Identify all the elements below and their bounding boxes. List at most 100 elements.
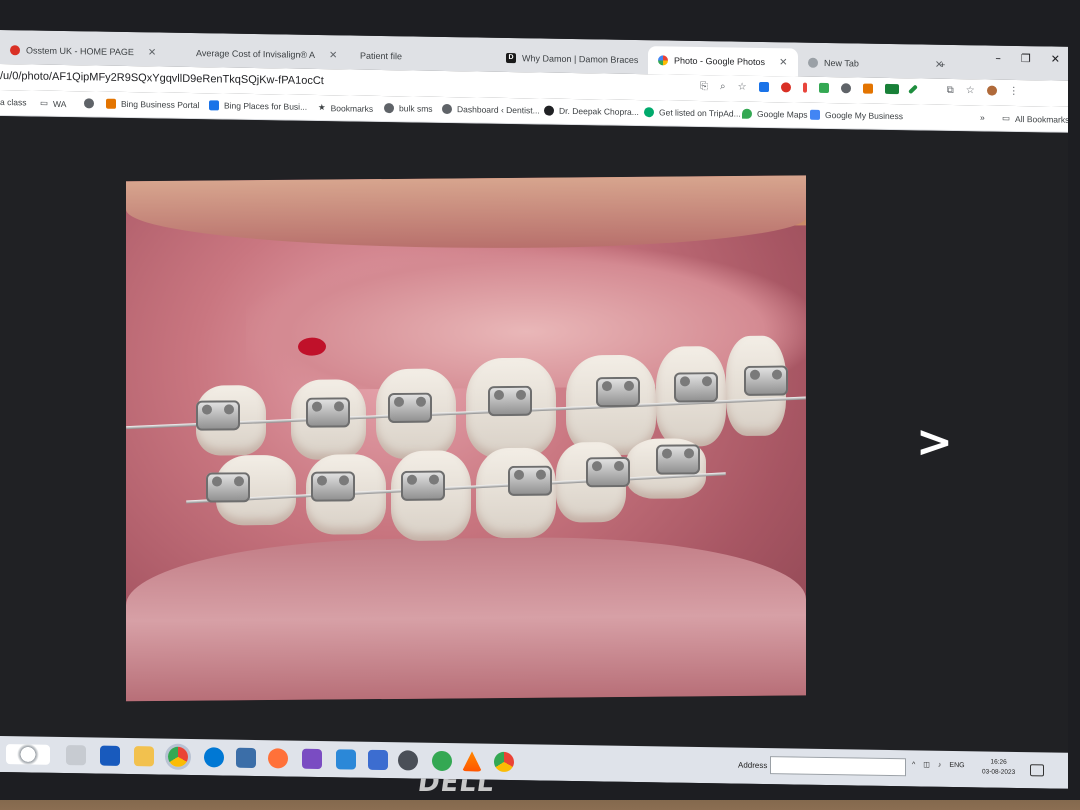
next-photo-chevron-right-icon[interactable]: > [916, 416, 953, 468]
pinterest-icon[interactable] [780, 82, 791, 93]
clock[interactable]: 16:26 03-08-2023 [982, 757, 1015, 778]
install-icon[interactable]: ⎘ [700, 81, 708, 92]
star-outline-icon[interactable]: ☆ [966, 85, 975, 96]
address-toolbar-label: Address [738, 760, 768, 771]
extension-icon[interactable] [862, 83, 873, 94]
extension-icon[interactable] [818, 82, 829, 94]
bookmark-bing-business[interactable]: Bing Business Portal [106, 98, 200, 111]
bing-icon [106, 98, 116, 109]
globe-icon [384, 103, 394, 114]
bookmark-label: bulk sms [399, 103, 433, 114]
zoom-icon[interactable]: ⌕ [720, 81, 726, 92]
dental-braces-photo [126, 175, 806, 702]
business-icon [810, 109, 820, 120]
maximize-icon[interactable]: ❐ [1021, 52, 1031, 65]
app-icon[interactable] [398, 750, 418, 771]
photo-scene: DELL Osstem UK - HOME PAGE ✕ Average Cos… [0, 0, 1080, 810]
star-icon: ★ [318, 101, 326, 113]
extension-icon[interactable] [802, 82, 807, 93]
bookmark-bulk-sms[interactable]: bulk sms [384, 103, 433, 114]
tab-title: Photo - Google Photos [674, 55, 766, 68]
bookmark-deepak-chopra[interactable]: Dr. Deepak Chopra... [544, 105, 639, 117]
avatar[interactable] [986, 85, 997, 96]
app-icon[interactable] [302, 748, 322, 770]
extension-icon[interactable] [840, 83, 851, 94]
tab-title: Average Cost of Invisalign® A [196, 48, 316, 60]
bookmark-label: Dashboard ‹ Dentist... [457, 104, 540, 116]
bing-icon [209, 100, 219, 111]
bookmark-label: a class [0, 97, 27, 108]
toolbar-icons: ⎘ ⌕ ☆ ⧉ ☆ ⋮ [700, 81, 1019, 97]
tab-osstem[interactable]: Osstem UK - HOME PAGE ✕ [0, 36, 170, 67]
folder-icon: ▭ [40, 97, 49, 108]
more-menu-icon[interactable]: ⋮ [1009, 86, 1019, 97]
tripadvisor-icon [644, 107, 654, 118]
bookmark-google-maps[interactable]: Google Maps [742, 108, 808, 120]
folder-icon: ▭ [1002, 112, 1011, 123]
extension-icon[interactable] [884, 83, 899, 95]
tab-damon-braces[interactable]: D Why Damon | Damon Braces [496, 44, 646, 74]
minimize-icon[interactable]: – [995, 52, 1001, 65]
bookmark-label: Bing Places for Busi... [224, 100, 308, 112]
photo-viewer: > [0, 116, 1068, 753]
document-icon: D [506, 52, 516, 64]
notifications-icon[interactable] [1030, 764, 1044, 777]
address-toolbar-input[interactable] [770, 756, 906, 777]
extension-icon[interactable] [758, 81, 769, 93]
bookmark-label: Bing Business Portal [121, 98, 200, 111]
volume-icon[interactable]: ♪ [938, 761, 942, 768]
tab-patient-file[interactable]: Patient file ✕ [350, 41, 516, 71]
app-icon[interactable] [336, 749, 356, 770]
maps-icon [742, 108, 752, 119]
tab-new-tab[interactable]: New Tab ✕ [798, 49, 948, 79]
globe-icon [84, 98, 94, 109]
bookmark-bookmarks[interactable]: ★ Bookmarks [318, 102, 373, 114]
chrome-icon [808, 57, 818, 68]
app-icon[interactable] [368, 749, 388, 771]
bookmark-overflow[interactable]: » [980, 112, 985, 122]
screen: Osstem UK - HOME PAGE ✕ Average Cost of … [0, 30, 1068, 789]
language-indicator[interactable]: ENG [949, 761, 964, 768]
vlc-icon[interactable] [462, 751, 482, 771]
chevron-up-icon[interactable]: ^ [912, 761, 915, 768]
tab-invisalign[interactable]: Average Cost of Invisalign® A ✕ [186, 39, 337, 69]
tab-google-photos[interactable]: Photo - Google Photos ✕ [648, 46, 798, 77]
url-field[interactable]: /u/0/photo/AF1QipMFy2R9SQxYgqvllD9eRenTk… [0, 70, 324, 87]
globe-icon [442, 103, 452, 115]
bookmark-folder-wa[interactable]: ▭ WA [40, 98, 66, 109]
start-icon[interactable] [6, 744, 50, 765]
tab-title: New Tab [824, 57, 859, 69]
close-icon[interactable]: ✕ [329, 50, 337, 61]
new-tab-button[interactable]: + [940, 51, 964, 79]
edge-icon[interactable] [204, 747, 224, 768]
maps-icon[interactable] [432, 750, 452, 772]
close-icon[interactable]: ✕ [148, 47, 156, 58]
bookmark-bing-places[interactable]: Bing Places for Busi... [209, 100, 307, 112]
tab-title: Patient file [360, 50, 403, 62]
bookmark-label: WA [53, 98, 67, 109]
bookmark-item[interactable] [84, 98, 94, 109]
firefox-icon[interactable] [268, 748, 288, 769]
puzzle-icon[interactable]: ⧉ [947, 85, 954, 96]
chevron-right-icon: » [980, 112, 985, 123]
bookmark-item[interactable]: a class [0, 97, 26, 107]
network-icon[interactable]: ◫ [923, 761, 930, 769]
all-bookmarks[interactable]: ▭ All Bookmarks [1002, 113, 1068, 125]
close-icon[interactable]: ✕ [779, 57, 787, 68]
task-view-icon[interactable] [66, 745, 86, 766]
clock-date: 03-08-2023 [982, 768, 1016, 776]
plus-icon: + [940, 59, 946, 70]
word-icon[interactable] [100, 745, 120, 766]
bookmark-dashboard[interactable]: Dashboard ‹ Dentist... [442, 103, 540, 116]
bookmark-tripadvisor[interactable]: Get listed on TripAd... [644, 107, 741, 119]
chrome-icon[interactable] [168, 746, 188, 767]
clock-time: 16:26 [990, 758, 1007, 766]
file-explorer-icon[interactable] [134, 746, 154, 767]
star-icon[interactable]: ☆ [738, 82, 747, 93]
chrome-icon[interactable] [494, 751, 514, 773]
pen-icon[interactable] [907, 84, 918, 95]
app-icon[interactable] [236, 747, 256, 769]
bookmark-google-my-business[interactable]: Google My Business [810, 109, 903, 121]
tab-title: Osstem UK - HOME PAGE [26, 45, 134, 58]
close-window-icon[interactable]: ✕ [1051, 53, 1060, 66]
